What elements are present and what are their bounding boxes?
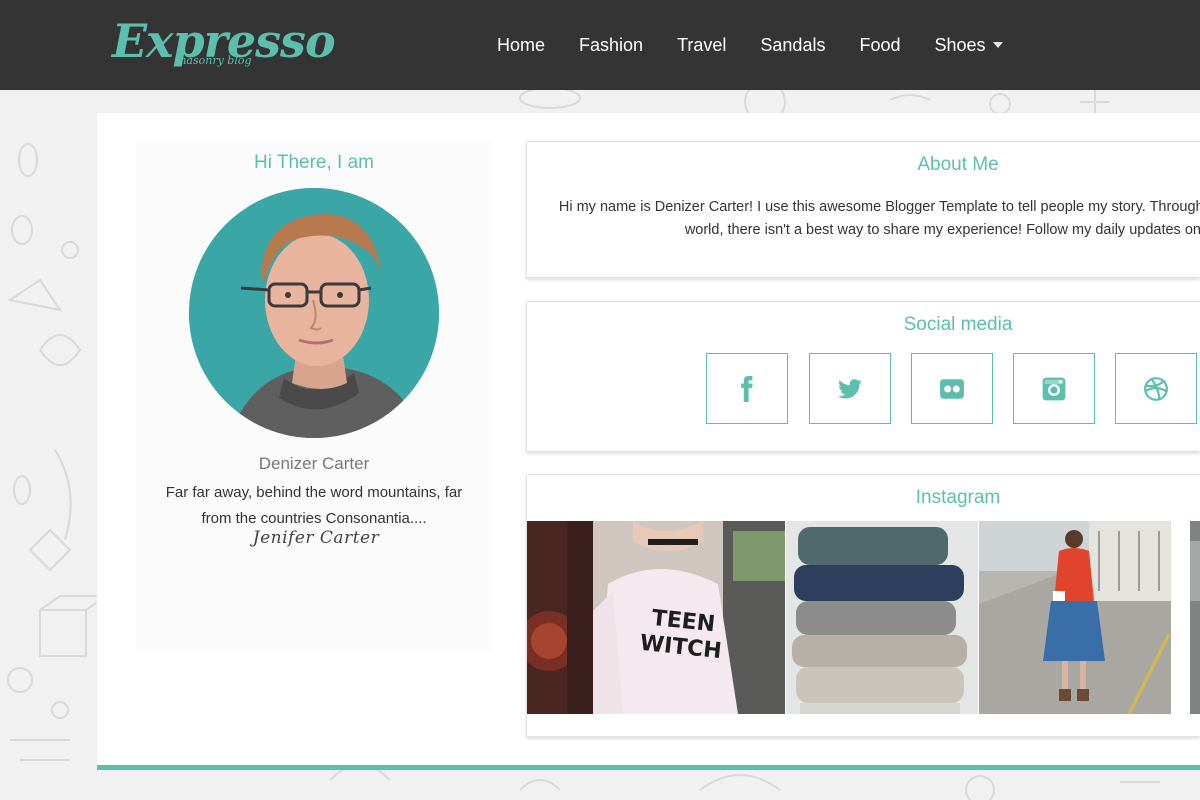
profile-bio: Far far away, behind the word mountains,… [165, 484, 463, 527]
twitter-button[interactable] [809, 353, 891, 424]
social-media-title: Social media [903, 314, 1013, 335]
social-media-widget: Social media [526, 301, 1200, 452]
nav-item-fashion[interactable]: Fashion [579, 35, 643, 56]
facebook-icon [741, 375, 753, 402]
profile-widget: Hi There, I am Denizer Carter Far far aw… [136, 140, 492, 652]
logo-tagline: masonry blog [176, 54, 252, 67]
instagram-icon [1042, 377, 1066, 400]
profile-name: Denizer Carter [258, 454, 370, 473]
dribbble-button[interactable] [1115, 353, 1197, 424]
top-navigation-bar: Expresso masonry blog Home Fashion Trave… [0, 0, 1200, 90]
nav-item-shoes-label: Shoes [934, 34, 986, 55]
about-me-text: Hi my name is Denizer Carter! I use this… [558, 199, 1200, 238]
instagram-button[interactable] [1013, 353, 1095, 424]
nav-item-sandals[interactable]: Sandals [760, 35, 825, 56]
about-me-widget: About Me Hi my name is Denizer Carter! I… [526, 141, 1200, 278]
instagram-feed: TEEN WITCH [527, 521, 1200, 714]
about-me-title: About Me [917, 154, 999, 175]
twitter-icon [838, 378, 862, 399]
nav-item-food[interactable]: Food [859, 35, 900, 56]
signature: Jenifer Carter [252, 528, 380, 548]
portrait-photo [189, 188, 439, 438]
flickr-button[interactable] [911, 353, 993, 424]
flickr-icon [940, 378, 964, 399]
avatar [189, 188, 439, 438]
dribbble-icon [1144, 376, 1168, 401]
site-logo[interactable]: Expresso masonry blog [112, 10, 336, 80]
accent-divider [97, 765, 1200, 770]
facebook-button[interactable] [706, 353, 788, 424]
nav-item-home[interactable]: Home [497, 35, 545, 56]
instagram-title: Instagram [915, 487, 1001, 508]
profile-title: Hi There, I am [253, 152, 375, 173]
main-nav: Home Fashion Travel Sandals Food Shoes [480, 0, 1020, 90]
nav-item-travel[interactable]: Travel [677, 35, 726, 56]
chevron-down-icon [992, 42, 1003, 48]
instagram-photo[interactable] [786, 521, 978, 714]
instagram-photo[interactable] [527, 521, 593, 714]
instagram-photo[interactable] [1190, 521, 1200, 714]
instagram-widget: Instagram TEEN WITCH [526, 474, 1200, 737]
nav-item-shoes[interactable]: Shoes [935, 35, 1003, 56]
instagram-photo[interactable] [979, 521, 1171, 714]
instagram-photo[interactable]: TEEN WITCH [593, 521, 785, 714]
